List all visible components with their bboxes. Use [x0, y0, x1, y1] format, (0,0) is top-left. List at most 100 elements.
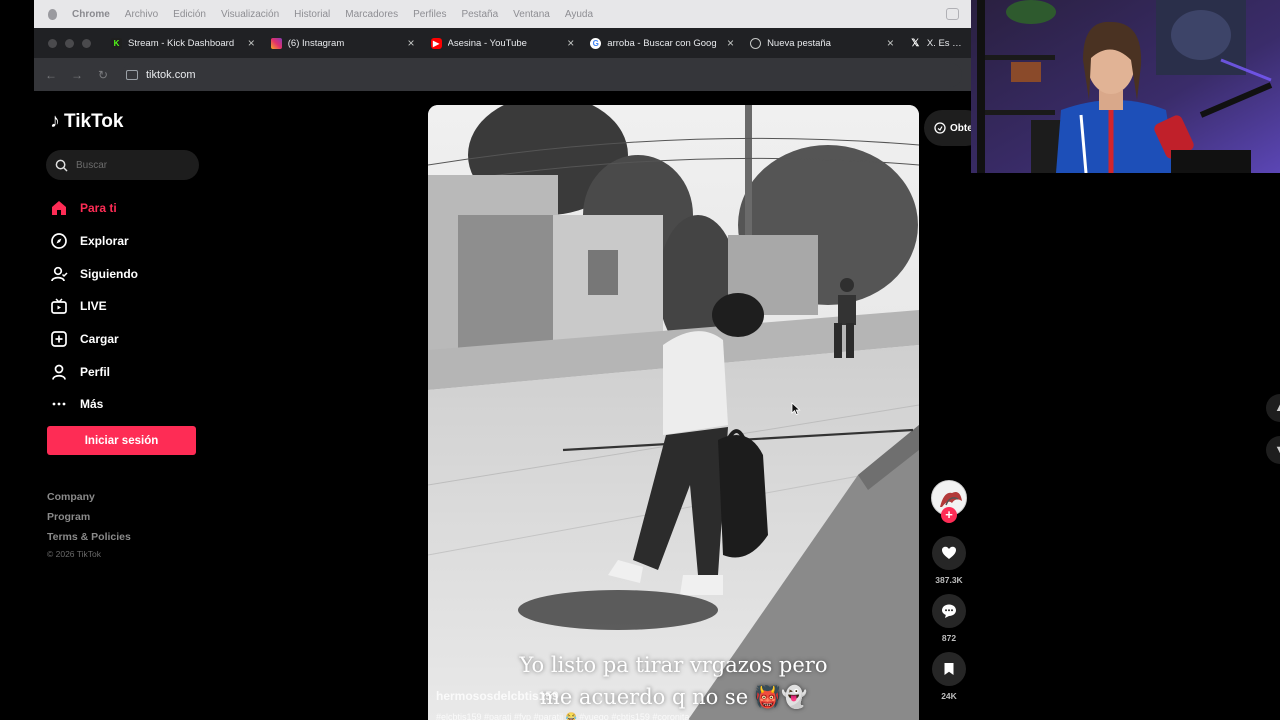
- x-icon: 𝕏: [911, 37, 920, 49]
- kick-icon: K: [111, 37, 122, 49]
- sidebar-item-label: Cargar: [80, 332, 119, 347]
- search-box[interactable]: [46, 150, 199, 180]
- forward-arrow-icon[interactable]: →: [70, 68, 84, 82]
- address-bar: ← → ↻ tiktok.com: [34, 58, 971, 91]
- company-link[interactable]: Company: [47, 487, 131, 507]
- video-hashtags[interactable]: #elcbtis159 #parati #fyp #paratii 😂 #vue…: [436, 712, 689, 720]
- program-link[interactable]: Program: [47, 507, 131, 527]
- footer-links: Company Program Terms & Policies © 2026 …: [47, 487, 131, 559]
- login-button[interactable]: Iniciar sesión: [47, 426, 196, 455]
- close-icon[interactable]: ×: [248, 36, 255, 50]
- menu-ventana[interactable]: Ventana: [513, 9, 550, 20]
- menu-archivo[interactable]: Archivo: [125, 9, 158, 20]
- sidebar-item-live[interactable]: LIVE: [50, 290, 138, 323]
- upload-icon: [50, 330, 68, 348]
- sidebar-item-explorar[interactable]: Explorar: [50, 225, 138, 258]
- close-icon[interactable]: ×: [887, 36, 894, 50]
- logo-text: TikTok: [64, 110, 124, 132]
- tab-label: arroba - Buscar con Goog: [607, 37, 717, 49]
- comment-count: 872: [941, 633, 957, 643]
- home-icon: [50, 199, 68, 217]
- google-icon: G: [590, 37, 602, 49]
- reload-icon[interactable]: ↻: [96, 68, 110, 82]
- menu-marcadores[interactable]: Marcadores: [345, 9, 398, 20]
- follow-button[interactable]: +: [941, 507, 957, 523]
- url-field[interactable]: tiktok.com: [122, 62, 962, 87]
- sidebar-item-label: LIVE: [80, 299, 107, 314]
- bookmark-icon[interactable]: [932, 652, 966, 686]
- menu-edicion[interactable]: Edición: [173, 9, 206, 20]
- webcam-overlay: [971, 0, 1280, 173]
- close-icon[interactable]: ×: [727, 36, 734, 50]
- mac-menu-bar: Chrome Archivo Edición Visualización His…: [34, 0, 971, 28]
- close-icon[interactable]: ×: [408, 36, 415, 50]
- sidebar-item-label: Explorar: [80, 234, 129, 249]
- profile-icon: [50, 363, 68, 381]
- apple-icon[interactable]: [48, 8, 57, 20]
- search-input[interactable]: [76, 159, 186, 171]
- tab-strip: K Stream - Kick Dashboard × (6) Instagra…: [34, 28, 971, 58]
- sidebar-item-label: Perfil: [80, 364, 111, 379]
- back-arrow-icon[interactable]: ←: [44, 68, 58, 82]
- get-app-label: Obte: [950, 122, 973, 134]
- tab-instagram[interactable]: (6) Instagram ×: [263, 28, 423, 58]
- menu-pestana[interactable]: Pestaña: [461, 9, 498, 20]
- url-text[interactable]: tiktok.com: [146, 69, 196, 81]
- chevron-up-icon[interactable]: ▲: [1266, 394, 1280, 422]
- window-controls: [34, 38, 103, 48]
- maximize-window-button[interactable]: [82, 38, 91, 48]
- tab-label: Nueva pestaña: [767, 37, 831, 49]
- tab-label: (6) Instagram: [287, 37, 345, 49]
- phone-icon: [934, 122, 946, 134]
- tab-label: Stream - Kick Dashboard: [128, 37, 235, 49]
- tab-new[interactable]: Nueva pestaña ×: [742, 28, 902, 58]
- tiktok-logo[interactable]: ♪ TikTok: [50, 110, 123, 133]
- tab-google[interactable]: G arroba - Buscar con Goog ×: [582, 28, 742, 58]
- comment-icon[interactable]: [932, 594, 966, 628]
- screen: Chrome Archivo Edición Visualización His…: [0, 0, 1280, 720]
- tab-label: Asesina - YouTube: [447, 37, 527, 49]
- tab-x[interactable]: 𝕏 X. Es lo qu: [902, 28, 971, 58]
- menu-ayuda[interactable]: Ayuda: [565, 9, 593, 20]
- like-count: 387.3K: [935, 575, 963, 585]
- sidebar-nav: Para ti Explorar Siguiendo LIVE Cargar P…: [50, 192, 138, 421]
- heart-icon[interactable]: [932, 536, 966, 570]
- sidebar-item-perfil[interactable]: Perfil: [50, 355, 138, 388]
- video-frame: [428, 105, 919, 720]
- menu-historial[interactable]: Historial: [294, 9, 330, 20]
- terms-link[interactable]: Terms & Policies: [47, 527, 131, 547]
- close-icon[interactable]: ×: [567, 36, 574, 50]
- menu-perfiles[interactable]: Perfiles: [413, 9, 446, 20]
- compass-icon: [50, 232, 68, 250]
- tiktok-note-icon: ♪: [50, 110, 60, 132]
- following-icon: [50, 265, 68, 283]
- tab-kick[interactable]: K Stream - Kick Dashboard ×: [103, 28, 263, 58]
- copyright-text: © 2026 TikTok: [47, 549, 101, 559]
- video-player[interactable]: Yo listo pa tirar vrgazos pero me acuerd…: [428, 105, 919, 720]
- tab-youtube[interactable]: ▶ Asesina - YouTube ×: [423, 28, 583, 58]
- feed-nav-arrows: ▲ ▼: [1266, 394, 1280, 478]
- sidebar-item-label: Más: [80, 397, 104, 412]
- minimize-window-button[interactable]: [65, 38, 74, 48]
- youtube-icon: ▶: [430, 37, 442, 49]
- comment-action[interactable]: 872: [932, 594, 966, 643]
- status-menu-icon[interactable]: [946, 8, 959, 20]
- mouse-cursor-icon: [791, 402, 801, 416]
- close-window-button[interactable]: [48, 38, 57, 48]
- site-settings-icon[interactable]: [126, 69, 138, 80]
- video-caption-line-1: Yo listo pa tirar vrgazos pero: [519, 653, 828, 677]
- menu-app-name[interactable]: Chrome: [72, 9, 110, 20]
- video-author[interactable]: hermososdelcbtis159: [436, 689, 559, 703]
- chrome-icon: [750, 37, 762, 49]
- sidebar-item-cargar[interactable]: Cargar: [50, 323, 138, 356]
- chevron-down-icon[interactable]: ▼: [1266, 436, 1280, 464]
- tiktok-sidebar: ♪ TikTok Para ti Explorar: [34, 92, 234, 720]
- save-action[interactable]: 24K: [932, 652, 966, 701]
- like-action[interactable]: 387.3K: [932, 536, 966, 585]
- search-icon: [55, 159, 68, 171]
- live-icon: [50, 297, 68, 315]
- sidebar-item-mas[interactable]: Más: [50, 388, 138, 421]
- menu-visualizacion[interactable]: Visualización: [221, 9, 279, 20]
- sidebar-item-para-ti[interactable]: Para ti: [50, 192, 138, 225]
- sidebar-item-siguiendo[interactable]: Siguiendo: [50, 257, 138, 290]
